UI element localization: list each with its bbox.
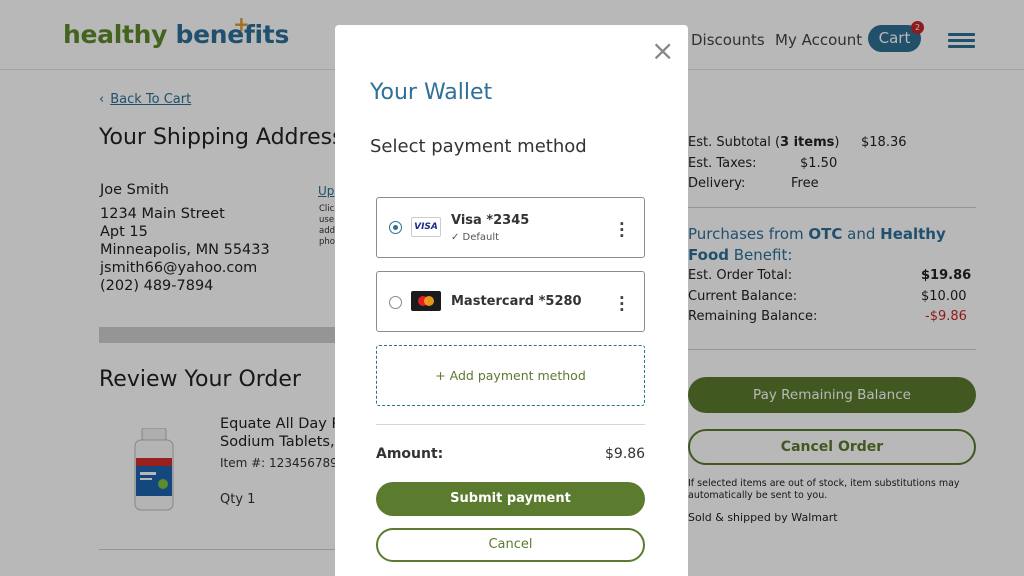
amount-label: Amount:	[376, 446, 444, 462]
cancel-button[interactable]: Cancel	[376, 528, 645, 562]
wallet-title: Your Wallet	[370, 80, 493, 105]
visa-card-name: Visa *2345	[451, 213, 530, 228]
select-payment-label: Select payment method	[370, 136, 587, 157]
submit-payment-button[interactable]: Submit payment	[376, 482, 645, 516]
radio-visa-selected[interactable]	[389, 221, 402, 234]
visa-logo-icon: VISA	[411, 217, 441, 237]
mastercard-card-name: Mastercard *5280	[451, 294, 582, 309]
modal-divider	[376, 424, 645, 425]
add-payment-method-button[interactable]: + Add payment method	[376, 345, 645, 406]
payment-method-mastercard[interactable]: Mastercard *5280 · · ·	[376, 271, 645, 332]
wallet-modal: × Your Wallet Select payment method VISA…	[335, 25, 688, 576]
mastercard-logo-icon	[411, 291, 441, 311]
amount-value: $9.86	[605, 446, 646, 462]
radio-mastercard[interactable]	[389, 296, 402, 309]
payment-method-visa[interactable]: VISA Visa *2345 ✓ Default · · ·	[376, 197, 645, 258]
more-options-icon[interactable]: · · ·	[619, 291, 625, 318]
more-options-icon[interactable]: · · ·	[619, 217, 625, 244]
close-icon[interactable]: ×	[651, 37, 674, 65]
default-badge: ✓ Default	[451, 232, 500, 243]
